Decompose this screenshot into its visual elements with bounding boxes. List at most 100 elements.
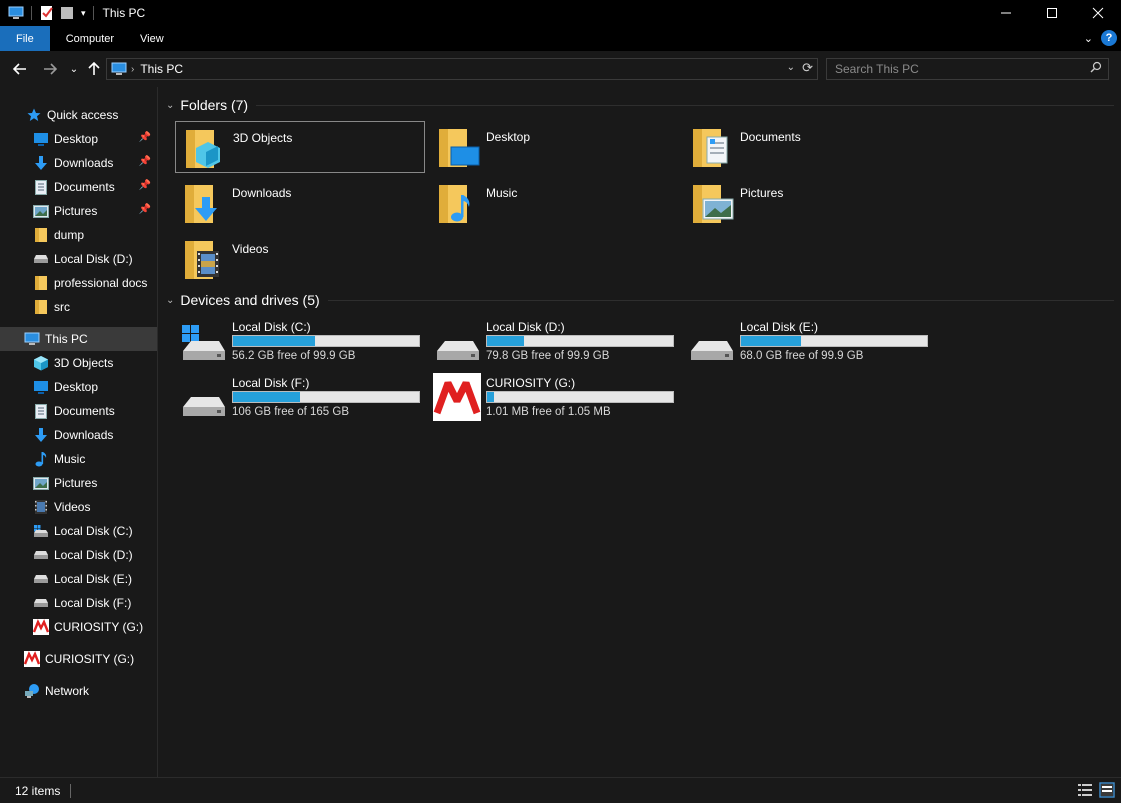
- quick-access-toolbar: ▾: [0, 0, 97, 26]
- collapse-chevron-icon[interactable]: ⌄: [166, 295, 174, 306]
- sidebar-item-local-disk-d-quick[interactable]: Local Disk (D:): [0, 247, 157, 271]
- sidebar-item-desktop[interactable]: Desktop 📌: [0, 127, 157, 151]
- sidebar-item-downloads-pc[interactable]: Downloads: [0, 423, 157, 447]
- drive-tile-local-disk-f[interactable]: Local Disk (F:) 106 GB free of 165 GB: [175, 375, 425, 427]
- sidebar-item-3d-objects[interactable]: 3D Objects: [0, 351, 157, 375]
- sidebar-item-pictures-pc[interactable]: Pictures: [0, 471, 157, 495]
- window-title: This PC: [102, 6, 146, 20]
- large-icons-view-icon[interactable]: [1099, 782, 1115, 798]
- search-box[interactable]: [826, 58, 1109, 80]
- sidebar-item-documents[interactable]: Documents 📌: [0, 175, 157, 199]
- up-button[interactable]: [82, 57, 106, 81]
- pin-icon[interactable]: 📌: [139, 204, 151, 215]
- sidebar-item-this-pc[interactable]: This PC: [0, 327, 157, 351]
- folder-tile-pictures[interactable]: Pictures: [683, 177, 933, 229]
- back-button[interactable]: [8, 57, 32, 81]
- drive-tile-local-disk-c[interactable]: Local Disk (C:) 56.2 GB free of 99.9 GB: [175, 319, 425, 371]
- address-history-chevron-icon[interactable]: ⌄: [787, 62, 795, 73]
- breadcrumb-chevron-icon[interactable]: ›: [131, 64, 134, 75]
- pictures-icon: [33, 475, 49, 491]
- sidebar-item-desktop-pc[interactable]: Desktop: [0, 375, 157, 399]
- sidebar-item-label: professional docs: [54, 276, 148, 290]
- sidebar-item-local-disk-d[interactable]: Local Disk (D:): [0, 543, 157, 567]
- folder-label: Pictures: [740, 186, 784, 200]
- sidebar-item-label: This PC: [45, 332, 88, 346]
- this-pc-icon[interactable]: [8, 5, 24, 21]
- desktop-icon: [33, 131, 49, 147]
- folder-tile-videos[interactable]: Videos: [175, 233, 425, 285]
- sidebar-item-quick-access[interactable]: Quick access: [26, 103, 156, 127]
- folder-tile-downloads[interactable]: Downloads: [175, 177, 425, 229]
- 3d-objects-icon: [33, 355, 49, 371]
- collapse-chevron-icon[interactable]: ⌄: [166, 100, 174, 111]
- sidebar-item-label: Downloads: [54, 156, 114, 170]
- folder-tile-music[interactable]: Music: [429, 177, 679, 229]
- customize-toolbar-chevron-icon[interactable]: ▾: [81, 8, 86, 19]
- pin-icon[interactable]: 📌: [139, 156, 151, 167]
- sidebar-item-local-disk-f[interactable]: Local Disk (F:): [0, 591, 157, 615]
- folder-tile-documents[interactable]: Documents: [683, 121, 933, 173]
- sidebar-item-dump[interactable]: dump: [0, 223, 157, 247]
- sidebar-item-label: Videos: [54, 500, 91, 514]
- sidebar-item-documents-pc[interactable]: Documents: [0, 399, 157, 423]
- sidebar-item-label: Local Disk (D:): [54, 252, 133, 266]
- sidebar-item-network[interactable]: Network: [0, 679, 157, 703]
- maximize-button[interactable]: [1029, 0, 1075, 26]
- address-bar[interactable]: › This PC ⌄ ⟳: [106, 58, 818, 80]
- sidebar-item-professional-docs[interactable]: professional docs: [0, 271, 157, 295]
- music-icon: [33, 451, 49, 467]
- sidebar-item-label: src: [54, 300, 70, 314]
- pin-icon[interactable]: 📌: [139, 132, 151, 143]
- sidebar-item-label: Local Disk (F:): [54, 596, 132, 610]
- network-icon: [24, 683, 40, 699]
- windows-drive-icon: [181, 325, 227, 371]
- sidebar-item-local-disk-e[interactable]: Local Disk (E:): [0, 567, 157, 591]
- videos-icon: [33, 499, 49, 515]
- pin-icon[interactable]: 📌: [139, 180, 151, 191]
- new-folder-icon[interactable]: [59, 5, 75, 21]
- details-view-icon[interactable]: [1077, 782, 1093, 798]
- sidebar-item-curiosity-removable[interactable]: CURIOSITY (G:): [0, 647, 157, 671]
- 3d-objects-folder-icon: [184, 126, 224, 170]
- sidebar-item-downloads[interactable]: Downloads 📌: [0, 151, 157, 175]
- drive-free-space: 1.01 MB free of 1.05 MB: [486, 406, 611, 418]
- folder-tile-3d-objects[interactable]: 3D Objects: [175, 121, 425, 173]
- properties-icon[interactable]: [39, 5, 55, 21]
- tab-file[interactable]: File: [0, 26, 50, 51]
- drives-group-header[interactable]: ⌄ Devices and drives (5): [166, 292, 1114, 308]
- folder-label: Videos: [232, 242, 269, 256]
- sidebar-item-local-disk-c[interactable]: Local Disk (C:): [0, 519, 157, 543]
- this-pc-icon: [111, 62, 127, 76]
- close-button[interactable]: [1075, 0, 1121, 26]
- folder-tile-desktop[interactable]: Desktop: [429, 121, 679, 173]
- sidebar-item-label: Network: [45, 684, 90, 698]
- tab-computer[interactable]: Computer: [50, 26, 128, 51]
- sidebar-item-curiosity-g[interactable]: CURIOSITY (G:): [0, 615, 157, 639]
- sidebar-item-label: CURIOSITY (G:): [45, 652, 135, 666]
- minimize-button[interactable]: [983, 0, 1029, 26]
- help-icon[interactable]: ?: [1101, 30, 1117, 46]
- sidebar-item-label: Downloads: [54, 428, 114, 442]
- drive-tile-curiosity-g[interactable]: CURIOSITY (G:) 1.01 MB free of 1.05 MB: [429, 373, 679, 427]
- documents-icon: [33, 179, 49, 195]
- refresh-icon[interactable]: ⟳: [802, 60, 813, 76]
- sidebar-item-pictures[interactable]: Pictures 📌: [0, 199, 157, 223]
- drive-usage-fill: [487, 392, 495, 402]
- sidebar-item-videos[interactable]: Videos: [0, 495, 157, 519]
- documents-icon: [33, 403, 49, 419]
- drive-tile-local-disk-d[interactable]: Local Disk (D:) 79.8 GB free of 99.9 GB: [429, 319, 679, 371]
- drive-label: CURIOSITY (G:): [486, 376, 576, 390]
- drive-usage-bar: [232, 391, 420, 403]
- breadcrumb-this-pc[interactable]: This PC: [140, 62, 183, 76]
- ribbon-tabs: File Computer View ⌄ ?: [0, 26, 1121, 51]
- tab-view[interactable]: View: [128, 26, 178, 51]
- sidebar-item-music[interactable]: Music: [0, 447, 157, 471]
- sidebar-item-src[interactable]: src: [0, 295, 157, 319]
- folders-group-header[interactable]: ⌄ Folders (7): [166, 97, 1114, 113]
- forward-button[interactable]: [38, 57, 62, 81]
- search-icon[interactable]: [1090, 61, 1102, 76]
- search-input[interactable]: [827, 62, 1077, 76]
- expand-ribbon-chevron-icon[interactable]: ⌄: [1084, 32, 1093, 45]
- folder-icon: [33, 299, 49, 315]
- drive-tile-local-disk-e[interactable]: Local Disk (E:) 68.0 GB free of 99.9 GB: [683, 319, 933, 371]
